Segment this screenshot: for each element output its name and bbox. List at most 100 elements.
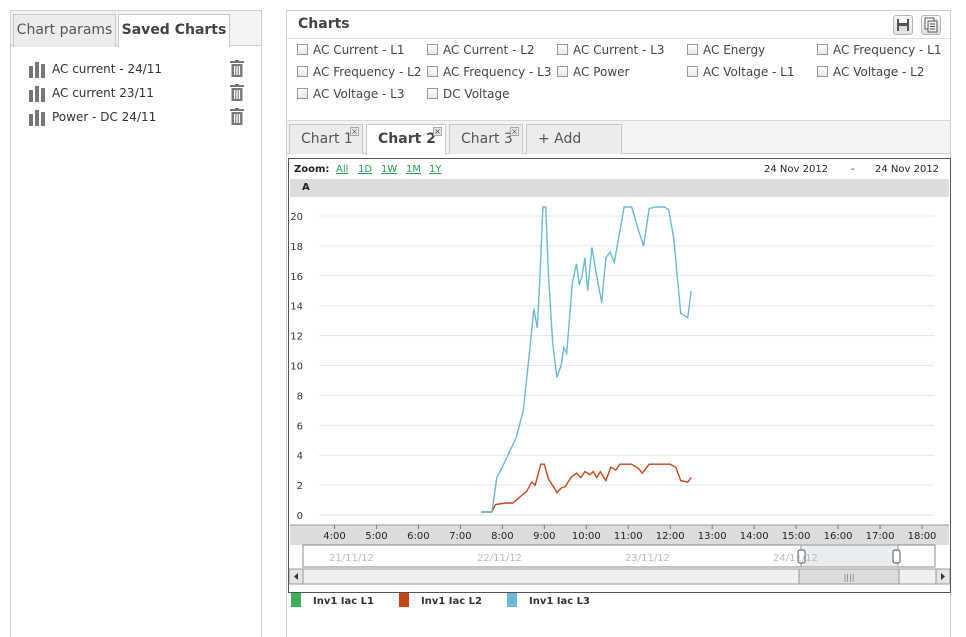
option-label: AC Frequency - L3 [443, 65, 552, 79]
close-tab-icon[interactable]: × [350, 127, 359, 136]
option-ac-frequency-l3[interactable]: AC Frequency - L3 [427, 65, 551, 81]
chart-container: Zoom: All 1D 1W 1M 1Y 24 Nov 2012 - 24 N… [288, 158, 951, 593]
option-ac-current-l3[interactable]: AC Current - L3 [557, 43, 665, 59]
series-options: AC Current - L1 AC Current - L2 AC Curre… [287, 39, 950, 121]
navigator-label: 22/11/12 [477, 553, 522, 564]
x-tick-label: 17:00 [866, 531, 895, 542]
legend-item-l2[interactable]: Inv1 Iac L2 [399, 593, 482, 607]
option-label: AC Power [573, 65, 630, 79]
charts-panel: Charts AC Current - L1 AC Current - L2 A… [286, 10, 951, 637]
option-label: AC Frequency - L2 [313, 65, 422, 79]
checkbox[interactable] [427, 88, 438, 99]
navigator[interactable]: 21/11/12 22/11/12 23/11/12 24/11/12 [302, 544, 936, 568]
legend-label: Inv1 Iac L3 [529, 596, 591, 607]
saved-chart-item[interactable]: AC current - 24/11 [11, 58, 261, 82]
navigator-label: 24/11/12 [773, 553, 818, 564]
save-icon[interactable] [893, 15, 913, 35]
tab-chart-3[interactable]: Chart 3 × [449, 124, 523, 154]
option-label: AC Frequency - L1 [833, 43, 942, 57]
tab-label: Chart 1 [301, 131, 353, 147]
saved-charts-list: AC current - 24/11 AC current 23/11 Powe… [11, 46, 261, 130]
legend-item-l3[interactable]: Inv1 Iac L3 [507, 593, 590, 607]
trash-icon[interactable] [230, 108, 244, 125]
left-panel: Chart params Saved Charts AC current - 2… [10, 10, 262, 637]
tab-saved-charts[interactable]: Saved Charts [118, 14, 230, 47]
option-label: AC Current - L2 [443, 43, 535, 57]
y-tick-label: 0 [297, 511, 303, 522]
panel-title: Charts [298, 16, 350, 32]
scrollbar-grip: |||| [844, 573, 855, 582]
close-tab-icon[interactable]: × [433, 127, 442, 136]
y-tick-label: 4 [297, 451, 303, 462]
checkbox[interactable] [427, 44, 438, 55]
checkbox[interactable] [557, 44, 568, 55]
tab-chart-params[interactable]: Chart params [13, 14, 116, 47]
chart-tab-bar: Chart 1× Chart 2× Chart 3× + Add Chart [287, 121, 950, 175]
option-ac-frequency-l2[interactable]: AC Frequency - L2 [297, 65, 421, 81]
navigator-right-handle[interactable] [892, 549, 901, 564]
x-tick-label: 4:00 [323, 531, 345, 542]
trash-icon[interactable] [230, 84, 244, 101]
navigator-label: 23/11/12 [625, 553, 670, 564]
option-ac-current-l2[interactable]: AC Current - L2 [427, 43, 535, 59]
option-ac-power[interactable]: AC Power [557, 65, 629, 81]
x-tick-label: 16:00 [824, 531, 853, 542]
checkbox[interactable] [557, 66, 568, 77]
close-tab-icon[interactable]: × [510, 127, 519, 136]
legend-label: Inv1 Iac L1 [313, 596, 375, 607]
scrollbar[interactable]: |||| [289, 568, 950, 585]
x-tick-label: 6:00 [407, 531, 429, 542]
tab-label: Chart 2 [378, 131, 436, 147]
y-tick-label: 16 [290, 272, 303, 283]
legend-swatch [399, 593, 409, 607]
axis-layer: 0 2 4 6 8 10 12 14 16 18 20 4:00 5:00 6:00 7:00 8:00 9:0… [290, 212, 949, 545]
legend-item-l1[interactable]: Inv1 Iac L1 [291, 593, 374, 607]
checkbox[interactable] [427, 66, 438, 77]
legend-swatch [291, 593, 301, 607]
option-label: DC Voltage [443, 87, 510, 101]
y-tick-label: 10 [290, 362, 303, 373]
x-tick-label: 7:00 [449, 531, 471, 542]
option-ac-voltage-l2[interactable]: AC Voltage - L2 [817, 65, 924, 81]
checkbox[interactable] [817, 66, 828, 77]
tab-label: Chart 3 [461, 131, 513, 147]
saved-chart-label: AC current 23/11 [52, 86, 154, 100]
checkbox[interactable] [297, 66, 308, 77]
x-tick-label: 13:00 [698, 531, 727, 542]
option-ac-voltage-l3[interactable]: AC Voltage - L3 [297, 87, 404, 103]
y-tick-label: 14 [290, 302, 303, 313]
charts-header: Charts [287, 11, 950, 39]
option-ac-frequency-l1[interactable]: AC Frequency - L1 [817, 43, 941, 59]
checkbox[interactable] [687, 66, 698, 77]
legend-label: Inv1 Iac L2 [421, 596, 483, 607]
option-label: AC Current - L3 [573, 43, 665, 57]
checkbox[interactable] [297, 44, 308, 55]
y-tick-label: 8 [297, 391, 303, 402]
y-tick-label: 20 [290, 212, 303, 223]
x-tick-label: 14:00 [740, 531, 769, 542]
copy-icon[interactable] [921, 15, 941, 35]
saved-chart-label: AC current - 24/11 [52, 62, 163, 76]
bar-chart-icon [29, 62, 47, 78]
line-chart: 0 2 4 6 8 10 12 14 16 18 20 4:00 5:00 6:00 7:00 8:00 9:0… [289, 206, 950, 585]
checkbox[interactable] [687, 44, 698, 55]
checkbox[interactable] [297, 88, 308, 99]
saved-chart-item[interactable]: Power - DC 24/11 [11, 106, 261, 130]
add-chart-button[interactable]: + Add Chart [526, 124, 622, 175]
option-ac-current-l1[interactable]: AC Current - L1 [297, 43, 405, 59]
checkbox[interactable] [817, 44, 828, 55]
navigator-label: 21/11/12 [329, 553, 374, 564]
y-tick-label: 18 [290, 242, 303, 253]
x-tick-label: 15:00 [782, 531, 811, 542]
option-label: AC Voltage - L3 [313, 87, 405, 101]
option-dc-voltage[interactable]: DC Voltage [427, 87, 509, 103]
option-ac-voltage-l1[interactable]: AC Voltage - L1 [687, 65, 794, 81]
x-tick-label: 12:00 [656, 531, 685, 542]
tab-chart-2[interactable]: Chart 2 × [366, 124, 446, 155]
y-tick-label: 12 [290, 332, 303, 343]
trash-icon[interactable] [230, 60, 244, 77]
option-ac-energy[interactable]: AC Energy [687, 43, 765, 59]
saved-chart-item[interactable]: AC current 23/11 [11, 82, 261, 106]
tab-chart-1[interactable]: Chart 1 × [289, 124, 363, 154]
legend-swatch [507, 593, 517, 607]
